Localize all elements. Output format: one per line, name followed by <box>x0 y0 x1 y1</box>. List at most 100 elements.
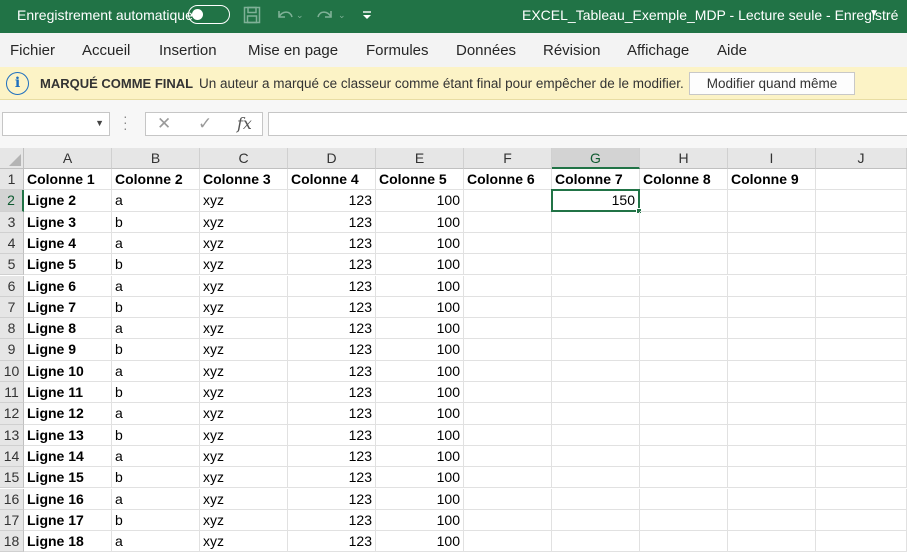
table-cell[interactable]: xyz <box>200 467 288 489</box>
table-cell[interactable]: 123 <box>288 254 376 276</box>
table-cell[interactable]: b <box>112 339 200 361</box>
table-cell[interactable] <box>728 211 816 233</box>
formula-input[interactable] <box>268 112 907 136</box>
table-cell[interactable]: a <box>112 531 200 553</box>
table-cell[interactable]: xyz <box>200 254 288 276</box>
table-cell[interactable] <box>640 360 728 382</box>
table-cell[interactable] <box>816 339 907 361</box>
table-cell[interactable]: Ligne 8 <box>24 318 112 340</box>
row-header-9[interactable]: 9 <box>0 339 24 361</box>
table-cell[interactable] <box>552 467 640 489</box>
cancel-icon[interactable]: ✕ <box>157 114 171 134</box>
table-cell[interactable] <box>464 275 552 297</box>
table-cell[interactable]: 123 <box>288 445 376 468</box>
table-cell[interactable]: xyz <box>200 360 288 382</box>
row-header-4[interactable]: 4 <box>0 232 24 255</box>
header-cell[interactable]: Colonne 8 <box>640 169 728 191</box>
table-cell[interactable] <box>640 531 728 553</box>
table-cell[interactable]: 123 <box>288 275 376 297</box>
table-cell[interactable]: xyz <box>200 275 288 297</box>
table-cell[interactable]: 123 <box>288 190 376 212</box>
table-cell[interactable]: xyz <box>200 318 288 340</box>
table-cell[interactable] <box>552 360 640 382</box>
table-cell[interactable]: Ligne 5 <box>24 254 112 276</box>
table-cell[interactable]: Ligne 3 <box>24 211 112 233</box>
row-header-10[interactable]: 10 <box>0 360 24 382</box>
table-cell[interactable] <box>816 509 907 532</box>
table-cell[interactable] <box>816 403 907 425</box>
table-cell[interactable]: 100 <box>376 382 464 404</box>
table-cell[interactable] <box>640 190 728 212</box>
table-cell[interactable]: xyz <box>200 232 288 255</box>
table-cell[interactable]: 100 <box>376 339 464 361</box>
column-header-a[interactable]: A <box>24 148 112 169</box>
table-cell[interactable] <box>464 509 552 532</box>
table-cell[interactable]: 100 <box>376 254 464 276</box>
table-cell[interactable] <box>640 382 728 404</box>
table-cell[interactable]: 123 <box>288 360 376 382</box>
table-cell[interactable] <box>464 424 552 446</box>
table-cell[interactable]: Ligne 15 <box>24 467 112 489</box>
column-header-f[interactable]: F <box>464 148 552 169</box>
column-header-c[interactable]: C <box>200 148 288 169</box>
table-cell[interactable]: b <box>112 382 200 404</box>
table-cell[interactable]: xyz <box>200 190 288 212</box>
table-cell[interactable]: 100 <box>376 275 464 297</box>
row-header-13[interactable]: 13 <box>0 424 24 446</box>
table-cell[interactable]: xyz <box>200 403 288 425</box>
table-cell[interactable] <box>728 467 816 489</box>
table-cell[interactable] <box>464 254 552 276</box>
table-cell[interactable]: 100 <box>376 211 464 233</box>
table-cell[interactable] <box>464 403 552 425</box>
table-cell[interactable] <box>728 509 816 532</box>
table-cell[interactable]: 100 <box>376 403 464 425</box>
table-cell[interactable] <box>816 424 907 446</box>
menu-affichage[interactable]: Affichage <box>627 42 689 59</box>
table-cell[interactable]: Ligne 11 <box>24 382 112 404</box>
menu-donnees[interactable]: Données <box>456 42 516 59</box>
header-cell[interactable]: Colonne 4 <box>288 169 376 191</box>
header-cell[interactable]: Colonne 5 <box>376 169 464 191</box>
table-cell[interactable]: a <box>112 488 200 510</box>
table-cell[interactable]: 123 <box>288 488 376 510</box>
table-cell[interactable]: Ligne 12 <box>24 403 112 425</box>
table-cell[interactable]: 100 <box>376 445 464 468</box>
column-header-i[interactable]: I <box>728 148 816 169</box>
name-box-dropdown-icon[interactable]: ▼ <box>95 118 104 128</box>
table-cell[interactable]: 123 <box>288 232 376 255</box>
table-cell[interactable] <box>552 382 640 404</box>
table-cell[interactable] <box>728 318 816 340</box>
table-cell[interactable] <box>816 211 907 233</box>
table-cell[interactable] <box>552 296 640 319</box>
table-cell[interactable]: Ligne 16 <box>24 488 112 510</box>
table-cell[interactable] <box>640 296 728 319</box>
column-header-h[interactable]: H <box>640 148 728 169</box>
table-cell[interactable]: xyz <box>200 488 288 510</box>
table-cell[interactable]: xyz <box>200 211 288 233</box>
table-cell[interactable] <box>464 296 552 319</box>
row-header-16[interactable]: 16 <box>0 488 24 510</box>
row-header-2[interactable]: 2 <box>0 190 24 212</box>
table-cell[interactable] <box>464 360 552 382</box>
insert-function-icon[interactable]: fx <box>237 114 252 133</box>
table-cell[interactable] <box>640 445 728 468</box>
table-cell[interactable]: Ligne 13 <box>24 424 112 446</box>
table-cell[interactable]: xyz <box>200 296 288 319</box>
table-cell[interactable]: Ligne 18 <box>24 531 112 553</box>
table-cell[interactable] <box>640 275 728 297</box>
row-header-1[interactable]: 1 <box>0 169 24 191</box>
row-header-5[interactable]: 5 <box>0 254 24 276</box>
table-cell[interactable] <box>552 339 640 361</box>
table-cell[interactable] <box>728 360 816 382</box>
table-cell[interactable] <box>552 509 640 532</box>
table-cell[interactable]: b <box>112 296 200 319</box>
table-cell[interactable]: b <box>112 211 200 233</box>
table-cell[interactable]: b <box>112 424 200 446</box>
table-cell[interactable]: Ligne 9 <box>24 339 112 361</box>
formula-bar-grip-icon[interactable]: · · · <box>123 109 128 135</box>
table-cell[interactable] <box>552 403 640 425</box>
autosave-toggle[interactable] <box>188 5 230 24</box>
table-cell[interactable]: Ligne 6 <box>24 275 112 297</box>
column-header-d[interactable]: D <box>288 148 376 169</box>
row-header-15[interactable]: 15 <box>0 467 24 489</box>
